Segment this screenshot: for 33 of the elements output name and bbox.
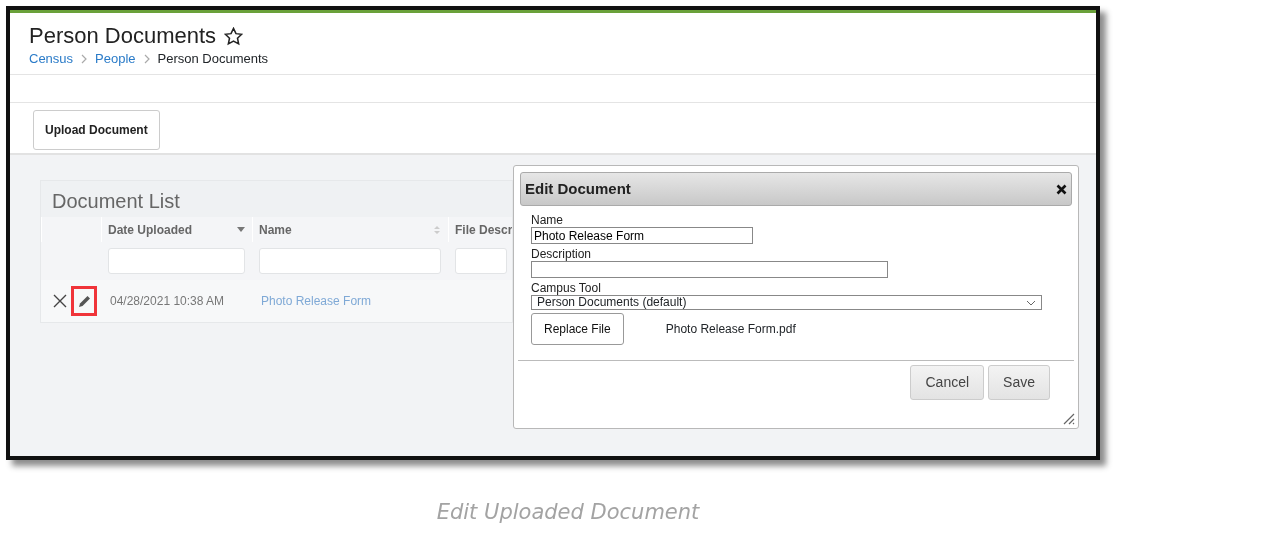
caret-icon [1026, 299, 1036, 306]
table-cell-text: 04/28/2021 10:38 AM [110, 293, 225, 310]
dialog-title: Edit Document [525, 178, 631, 199]
close-icon[interactable] [1056, 183, 1067, 195]
filter-field[interactable] [108, 248, 245, 274]
breadcrumb-link[interactable]: Census [29, 50, 74, 68]
text-field[interactable]: Photo Release Form [531, 227, 753, 244]
pencil-icon[interactable] [77, 294, 91, 308]
dropdown-field[interactable]: Person Documents (default) [531, 295, 1042, 310]
filter-field[interactable] [455, 248, 507, 274]
delete-icon[interactable] [53, 294, 67, 308]
save-button[interactable]: Save [988, 365, 1050, 400]
panel-title: Document List [51, 189, 181, 214]
chevron-icon [143, 54, 150, 64]
breadcrumb-current: Person Documents [157, 50, 269, 68]
resize-grip-icon[interactable] [1062, 412, 1075, 425]
breadcrumb-link[interactable]: People [95, 50, 136, 68]
page-title: Person Documents [29, 22, 217, 50]
chevron-icon [81, 54, 88, 64]
text-field[interactable] [531, 261, 888, 278]
field-label: Campus Tool [531, 281, 602, 295]
column-header[interactable]: File Descr [448, 217, 512, 242]
filter-field[interactable] [259, 248, 441, 274]
cancel-button[interactable]: Cancel [910, 365, 985, 400]
column-header[interactable]: Date Uploaded [101, 217, 252, 242]
file-name: Photo Release Form.pdf [665, 321, 796, 338]
image-caption: Edit Uploaded Document [435, 499, 701, 526]
field-label: Description [531, 247, 593, 261]
replace-file-button[interactable]: Replace File [531, 313, 624, 345]
upload-document-button[interactable]: Upload Document [33, 110, 160, 150]
star-icon[interactable] [224, 26, 244, 46]
field-label: Name [531, 213, 564, 227]
column-header[interactable]: Name [252, 217, 448, 242]
